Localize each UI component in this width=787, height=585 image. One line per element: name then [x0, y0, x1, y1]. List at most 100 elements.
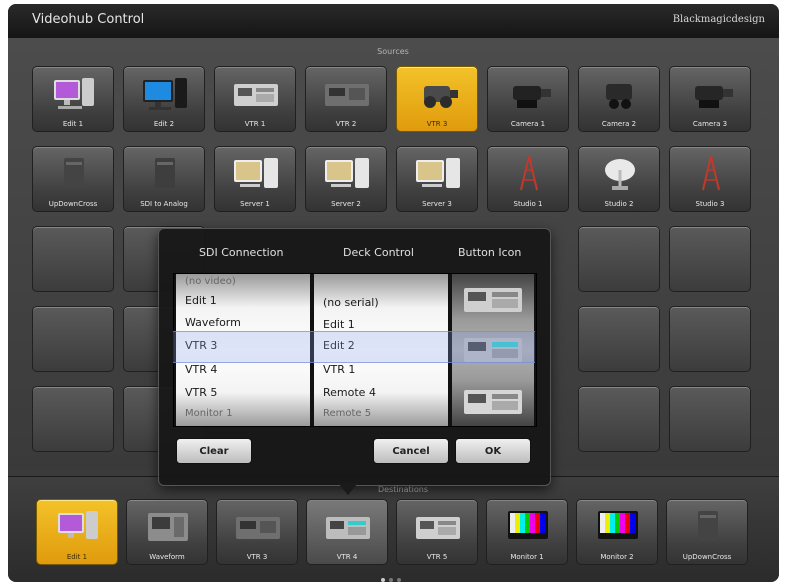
picker-row[interactable]: Waveform: [185, 316, 241, 329]
source-button-sdi-to-analog[interactable]: SDI to Analog: [123, 146, 205, 212]
converter-box-icon: [698, 511, 718, 541]
button-settings-popover: SDI Connection Deck Control Button Icon …: [158, 228, 551, 486]
popover-pointer: [338, 483, 358, 495]
source-button-camera-2[interactable]: Camera 2: [578, 66, 660, 132]
vtr-deck-icon[interactable]: [462, 382, 524, 420]
antenna-tower-icon: [520, 155, 538, 191]
source-label: Edit 1: [62, 120, 84, 128]
source-button-server-3[interactable]: Server 3: [396, 146, 478, 212]
source-button-updowncross[interactable]: UpDownCross: [32, 146, 114, 212]
source-button-server-1[interactable]: Server 1: [214, 146, 296, 212]
destination-label: Monitor 2: [600, 553, 634, 561]
destination-button-edit-1[interactable]: Edit 1: [36, 499, 118, 565]
destination-button-vtr-4[interactable]: VTR 4: [306, 499, 388, 565]
source-label: Server 3: [422, 200, 452, 208]
source-button-vtr-2[interactable]: VTR 2: [305, 66, 387, 132]
page-indicator-dot[interactable]: [381, 578, 385, 582]
source-label: Server 1: [240, 200, 270, 208]
destinations-panel: Destinations Edit 1 Waveform VTR 3 VTR 4…: [8, 476, 779, 582]
color-bars-monitor-icon: [508, 511, 548, 539]
page-indicator-dot[interactable]: [389, 578, 393, 582]
source-label: Camera 3: [692, 120, 728, 128]
monitor-icon: [143, 78, 187, 110]
source-button-studio-2[interactable]: Studio 2: [578, 146, 660, 212]
picker-row[interactable]: Edit 1: [185, 294, 217, 307]
app-title: Videohub Control: [32, 12, 145, 27]
vtr-deck-icon: [416, 517, 460, 539]
destination-label: Monitor 1: [510, 553, 544, 561]
picker-row[interactable]: Monitor 1: [185, 408, 233, 419]
destination-button-waveform[interactable]: Waveform: [126, 499, 208, 565]
source-button-studio-1[interactable]: Studio 1: [487, 146, 569, 212]
source-label: Studio 1: [513, 200, 543, 208]
destination-button-updowncross[interactable]: UpDownCross: [666, 499, 748, 565]
source-button-studio-3[interactable]: Studio 3: [669, 146, 751, 212]
computer-icon: [54, 78, 94, 109]
source-label: Studio 3: [695, 200, 725, 208]
source-button-server-2[interactable]: Server 2: [305, 146, 387, 212]
picker-row[interactable]: VTR 4: [185, 363, 217, 376]
picker-row[interactable]: Edit 1: [323, 318, 355, 331]
destination-button-vtr-3[interactable]: VTR 3: [216, 499, 298, 565]
source-button-camera-3[interactable]: Camera 3: [669, 66, 751, 132]
picker-row[interactable]: VTR 1: [323, 363, 355, 376]
button-icon-header: Button Icon: [458, 246, 522, 259]
sdi-connection-header: SDI Connection: [199, 246, 284, 259]
empty-source-slot[interactable]: [669, 226, 751, 292]
source-label: SDI to Analog: [140, 200, 188, 208]
sources-label: Sources: [377, 47, 409, 56]
converter-box-icon: [155, 158, 175, 188]
source-button-vtr-3[interactable]: VTR 3: [396, 66, 478, 132]
empty-source-slot[interactable]: [32, 386, 114, 452]
deck-control-header: Deck Control: [343, 246, 414, 259]
empty-source-slot[interactable]: [669, 386, 751, 452]
source-button-edit-2[interactable]: Edit 2: [123, 66, 205, 132]
empty-source-slot[interactable]: [32, 306, 114, 372]
picker-row[interactable]: VTR 5: [185, 386, 217, 399]
destination-button-monitor-2[interactable]: Monitor 2: [576, 499, 658, 565]
ok-button[interactable]: OK: [455, 438, 531, 464]
vtr-deck-icon[interactable]: [462, 280, 524, 318]
camera-icon: [424, 86, 458, 108]
destination-label: Waveform: [149, 553, 185, 561]
converter-box-icon: [64, 158, 84, 188]
destination-label: VTR 3: [246, 553, 268, 561]
source-label: Camera 1: [510, 120, 546, 128]
cancel-button[interactable]: Cancel: [373, 438, 449, 464]
source-label: Camera 2: [601, 120, 637, 128]
color-bars-monitor-icon: [598, 511, 638, 539]
computer-icon: [58, 511, 98, 539]
picker-row[interactable]: Remote 4: [323, 386, 376, 399]
source-button-camera-1[interactable]: Camera 1: [487, 66, 569, 132]
empty-source-slot[interactable]: [32, 226, 114, 292]
empty-source-slot[interactable]: [578, 226, 660, 292]
source-label: VTR 3: [426, 120, 448, 128]
picker-row[interactable]: (no video): [185, 276, 236, 287]
source-label: UpDownCross: [48, 200, 98, 208]
destinations-label: Destinations: [377, 485, 429, 494]
source-button-edit-1[interactable]: Edit 1: [32, 66, 114, 132]
waveform-monitor-icon: [148, 513, 188, 541]
source-label: Edit 2: [153, 120, 175, 128]
server-icon: [416, 158, 460, 188]
empty-source-slot[interactable]: [669, 306, 751, 372]
source-label: Studio 2: [604, 200, 634, 208]
brand-logo: Blackmagicdesign: [672, 14, 765, 25]
vtr-deck-icon: [236, 517, 280, 539]
destination-button-vtr-5[interactable]: VTR 5: [396, 499, 478, 565]
picker-row[interactable]: (no serial): [323, 296, 379, 309]
empty-source-slot[interactable]: [578, 386, 660, 452]
source-label: VTR 2: [335, 120, 357, 128]
vtr-deck-icon: [234, 84, 278, 106]
title-bar: Videohub Control Blackmagicdesign: [8, 4, 779, 39]
empty-source-slot[interactable]: [578, 306, 660, 372]
page-indicator-dot[interactable]: [397, 578, 401, 582]
source-button-vtr-1[interactable]: VTR 1: [214, 66, 296, 132]
clear-button[interactable]: Clear: [176, 438, 252, 464]
vtr-deck-icon: [325, 84, 369, 106]
destination-button-monitor-1[interactable]: Monitor 1: [486, 499, 568, 565]
camera-icon: [606, 84, 632, 109]
camera-icon: [513, 86, 551, 108]
picker-row[interactable]: Remote 5: [323, 408, 371, 419]
server-icon: [325, 158, 369, 188]
